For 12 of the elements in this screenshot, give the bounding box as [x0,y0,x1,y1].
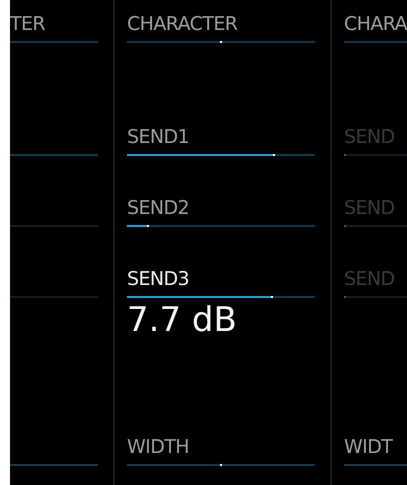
parameter-label: WIDT [344,436,392,458]
parameter-label: SEND [344,197,395,219]
parameter-label: CHARA [344,13,407,35]
parameter-label: CHARACTER [127,13,238,35]
parameter-label: SEND [344,268,395,290]
parameter-label: TER [10,13,46,35]
value-readout: 7.7 dB [127,300,237,340]
parameter-label: SEND1 [127,126,189,148]
parameter-label: SEND2 [127,197,189,219]
parameter-label: SEND3 [127,268,189,290]
parameter-label: WIDTH [127,436,189,458]
parameter-label: SEND [344,126,395,148]
